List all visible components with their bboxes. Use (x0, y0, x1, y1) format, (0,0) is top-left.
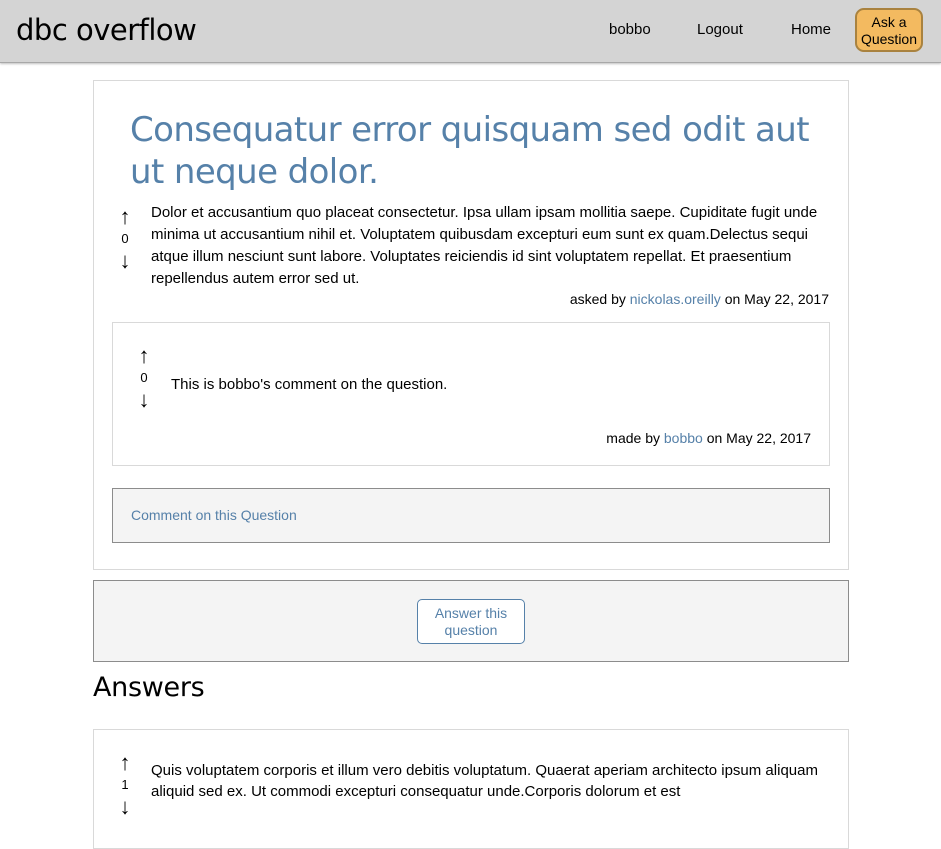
question-card: Consequatur error quisquam sed odit aut … (93, 80, 849, 570)
question-vote-control: ↑ 0 ↓ (115, 206, 135, 272)
downvote-arrow-down-icon[interactable]: ↓ (115, 250, 135, 272)
answer-downvote-arrow-down-icon[interactable]: ↓ (115, 796, 135, 818)
answer-vote-control: ↑ 1 ↓ (115, 752, 135, 818)
comment-body: This is bobbo's comment on the question. (171, 376, 448, 393)
comment-meta: made by bobbo on May 22, 2017 (606, 430, 811, 446)
comment-on-question-link[interactable]: Comment on this Question (131, 507, 297, 523)
answer-question-button[interactable]: Answer this question (417, 599, 525, 644)
comment-vote-control: ↑ 0 ↓ (134, 345, 154, 411)
comment-vote-count: 0 (140, 370, 148, 385)
site-brand[interactable]: dbc overflow (16, 13, 197, 47)
comment-card: ↑ 0 ↓ This is bobbo's comment on the que… (112, 322, 830, 466)
comment-date: on May 22, 2017 (706, 430, 811, 446)
answer-card: ↑ 1 ↓ Quis voluptatem corporis et illum … (93, 729, 849, 849)
made-by-label: made by (606, 430, 660, 446)
top-nav-bar: dbc overflow bobbo Logout Home Ask a Que… (0, 0, 941, 63)
question-body: Dolor et accusantium quo placeat consect… (151, 204, 818, 287)
answer-action-bar: Answer this question (93, 580, 849, 662)
answer-body: Quis voluptatem corporis et illum vero d… (151, 762, 818, 800)
ask-question-button[interactable]: Ask a Question (855, 8, 923, 52)
asked-by-label: asked by (569, 291, 626, 307)
question-author-link[interactable]: nickolas.oreilly (630, 291, 721, 307)
answer-upvote-arrow-up-icon[interactable]: ↑ (115, 752, 135, 774)
question-vote-count: 0 (121, 231, 129, 246)
question-title: Consequatur error quisquam sed odit aut … (130, 110, 810, 192)
answers-heading: Answers (93, 672, 205, 703)
question-date: on May 22, 2017 (724, 291, 829, 307)
nav-user-link[interactable]: bobbo (609, 21, 651, 38)
comment-upvote-arrow-up-icon[interactable]: ↑ (134, 345, 154, 367)
nav-home-link[interactable]: Home (791, 21, 831, 38)
upvote-arrow-up-icon[interactable]: ↑ (115, 206, 135, 228)
comment-author-link[interactable]: bobbo (664, 430, 703, 446)
question-meta: asked by nickolas.oreilly on May 22, 201… (570, 291, 829, 307)
comment-on-question-box[interactable]: Comment on this Question (112, 488, 830, 543)
nav-logout-link[interactable]: Logout (697, 21, 743, 38)
answer-vote-count: 1 (121, 777, 129, 792)
comment-downvote-arrow-down-icon[interactable]: ↓ (134, 389, 154, 411)
